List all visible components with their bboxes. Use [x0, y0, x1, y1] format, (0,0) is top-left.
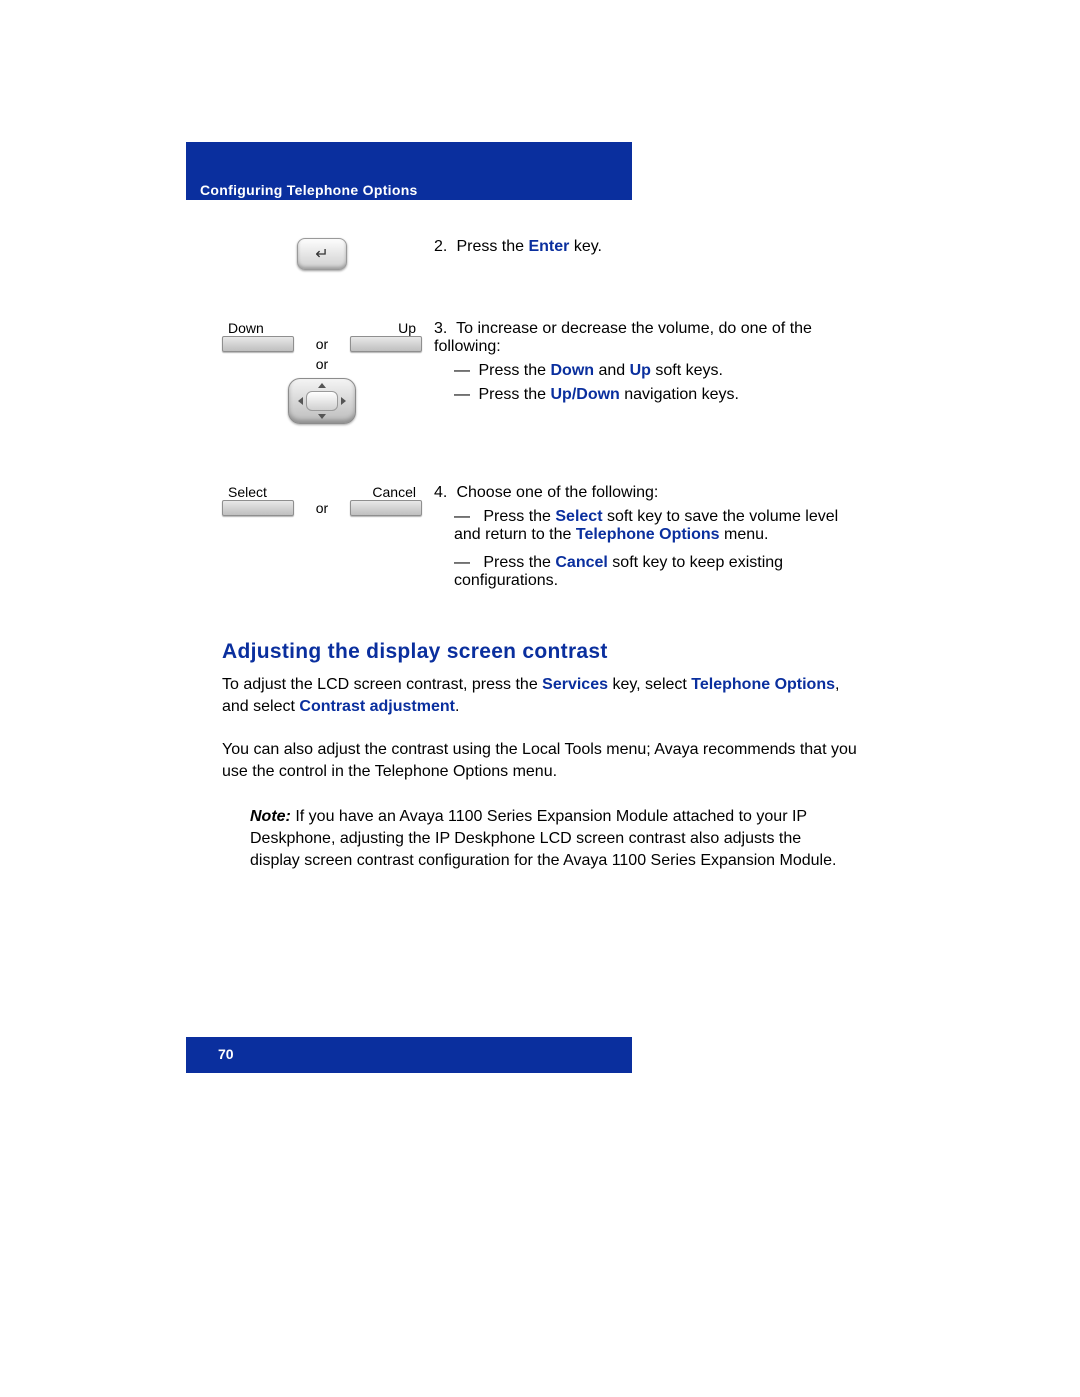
step-3-bullet-1: — Press the Down and Up soft keys. — [434, 362, 866, 380]
step-2-number: 2. — [434, 238, 452, 256]
note-block: Note: If you have an Avaya 1100 Series E… — [250, 806, 846, 871]
header-title: Configuring Telephone Options — [200, 182, 418, 198]
step-3-number: 3. — [434, 320, 452, 338]
step-4-bullet-2: — Press the Cancel soft key to keep exis… — [434, 554, 866, 590]
content-area: ↵ 2. Press the Enter key. Down Up or — [222, 230, 866, 871]
step-4-intro: 4. Choose one of the following: — [434, 484, 866, 502]
down-softkey-label: Down — [228, 320, 264, 336]
enter-term: Enter — [528, 238, 569, 255]
note-body: If you have an Avaya 1100 Series Expansi… — [250, 808, 836, 868]
step-4-row: Select Cancel or 4. Choose one of the fo… — [222, 484, 866, 596]
note-label: Note: — [250, 808, 291, 825]
step-4-number: 4. — [434, 484, 452, 502]
enter-key-icon: ↵ — [297, 238, 347, 270]
up-softkey-label: Up — [398, 320, 416, 336]
step-4-bullet-1: — Press the Select soft key to save the … — [434, 508, 866, 544]
select-softkey-icon — [222, 500, 294, 516]
section-para-2: You can also adjust the contrast using t… — [222, 739, 866, 782]
section-heading: Adjusting the display screen contrast — [222, 640, 866, 664]
up-softkey-icon — [350, 336, 422, 352]
page-number: 70 — [218, 1046, 234, 1062]
step-2-text: 2. Press the Enter key. — [434, 238, 866, 256]
step-3-intro: 3. To increase or decrease the volume, d… — [434, 320, 866, 356]
navpad-icon — [288, 378, 356, 424]
footer-bar — [186, 1037, 632, 1073]
cancel-softkey-icon — [350, 500, 422, 516]
step-3-row: Down Up or or 3. To increase or decrease… — [222, 320, 866, 424]
cancel-softkey-label: Cancel — [372, 484, 416, 500]
document-page: Configuring Telephone Options ↵ 2. Press… — [0, 0, 1080, 1397]
or-label: or — [310, 336, 334, 352]
down-softkey-icon — [222, 336, 294, 352]
or-label-3: or — [310, 500, 334, 516]
or-label-2: or — [222, 356, 422, 372]
section-para-1: To adjust the LCD screen contrast, press… — [222, 674, 866, 717]
select-softkey-label: Select — [228, 484, 267, 500]
step-3-bullet-2: — Press the Up/Down navigation keys. — [434, 386, 866, 404]
step-2-row: ↵ 2. Press the Enter key. — [222, 238, 866, 270]
